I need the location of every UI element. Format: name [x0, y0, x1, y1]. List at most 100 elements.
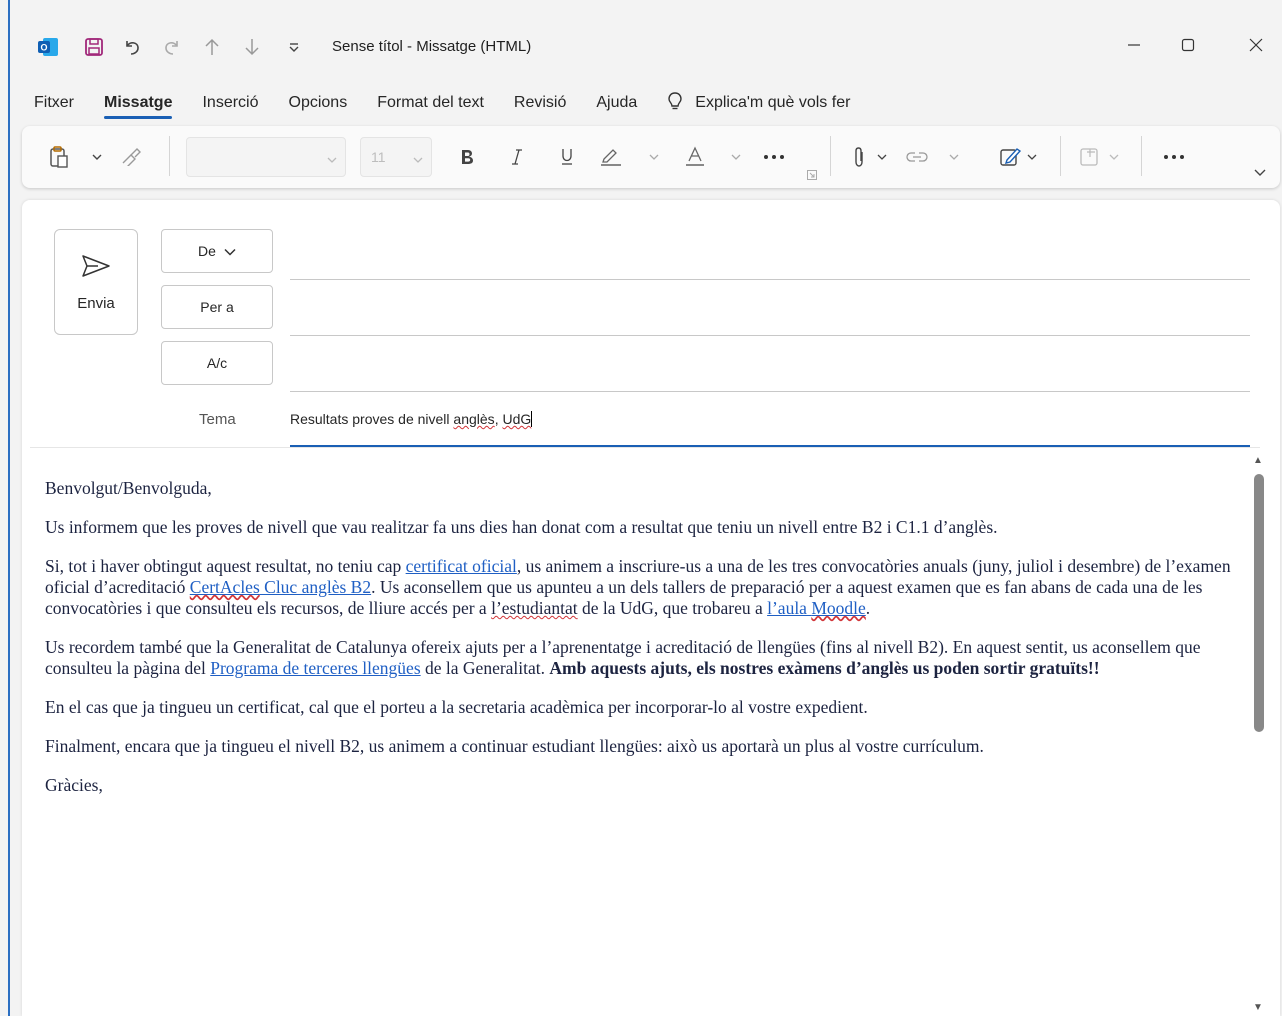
undo-icon[interactable]	[118, 33, 146, 61]
signature-chevron-down-icon[interactable]	[1024, 126, 1040, 188]
menu-item-opcions[interactable]: Opcions	[289, 94, 348, 112]
body-paragraph-3: Us recordem també que la Generalitat de …	[45, 637, 1240, 679]
tell-me-label: Explica'm què vols fer	[695, 94, 851, 111]
text-cursor	[531, 411, 533, 427]
highlight-icon[interactable]	[594, 126, 628, 188]
menu-item-format-del-text[interactable]: Format del text	[377, 94, 484, 112]
cc-field[interactable]	[290, 391, 1250, 392]
to-field[interactable]	[290, 335, 1250, 336]
ribbon-toolbar: 11	[22, 126, 1280, 188]
header-separator	[30, 447, 1260, 448]
attach-file-icon[interactable]	[846, 126, 872, 188]
lightbulb-icon	[667, 91, 683, 116]
menu-item-fitxer[interactable]: Fitxer	[34, 94, 74, 112]
body-closing: Gràcies,	[45, 775, 103, 795]
link-chevron-down-icon[interactable]	[946, 126, 962, 188]
cc-button[interactable]: A/c	[161, 341, 273, 385]
chevron-down-icon	[224, 243, 236, 259]
subject-label: Tema	[199, 411, 236, 428]
bold-icon[interactable]	[454, 126, 480, 188]
body-bold-text: Amb aquests ajuts, els nostres exàmens d…	[549, 658, 1100, 678]
link-text: Cluc anglès B2	[259, 577, 372, 597]
customize-toolbar-icon[interactable]	[280, 33, 308, 61]
window-title: Sense títol - Missatge (HTML)	[332, 38, 532, 55]
link-text: l’aula	[767, 598, 812, 618]
format-painter-icon[interactable]	[116, 126, 146, 188]
to-button[interactable]: Per a	[161, 285, 273, 329]
from-button[interactable]: De	[161, 229, 273, 273]
menu-item-missatge[interactable]: Missatge	[104, 94, 173, 119]
redo-icon[interactable]	[158, 33, 186, 61]
save-icon[interactable]	[80, 33, 108, 61]
body-paragraph-1: Us informem que les proves de nivell que…	[45, 517, 998, 537]
link-text: CertAcles	[189, 577, 260, 597]
subject-field[interactable]: Resultats proves de nivell anglès, UdG	[290, 411, 533, 427]
from-label: De	[198, 243, 216, 259]
title-bar: O Sense títol - Missatge (HTML)	[10, 0, 1282, 92]
aula-moodle-link[interactable]: l’aula Moodle	[767, 598, 866, 618]
paste-chevron-down-icon[interactable]	[74, 126, 120, 188]
dialog-launcher-icon[interactable]	[804, 126, 820, 188]
paste-icon[interactable]	[44, 126, 74, 188]
minimize-button[interactable]	[1114, 30, 1154, 60]
certificat-oficial-link[interactable]: certificat oficial	[406, 556, 517, 576]
menu-bar: Fitxer Missatge Inserció Opcions Format …	[34, 90, 850, 119]
cc-label: A/c	[206, 355, 228, 371]
programa-terceres-llengues-link[interactable]: Programa de terceres llengües	[210, 658, 420, 678]
subject-text-part: anglès	[453, 411, 495, 427]
vertical-scrollbar-thumb[interactable]	[1254, 474, 1264, 732]
to-label: Per a	[200, 299, 234, 315]
expand-ribbon-icon[interactable]	[1248, 126, 1272, 188]
body-greeting: Benvolgut/Benvolguda,	[45, 478, 212, 498]
menu-item-revisio[interactable]: Revisió	[514, 94, 566, 112]
more-formatting-icon[interactable]	[758, 126, 790, 188]
close-button[interactable]	[1236, 30, 1276, 60]
scroll-down-arrow-icon[interactable]: ▼	[1253, 1002, 1263, 1013]
menu-item-ajuda[interactable]: Ajuda	[596, 94, 637, 112]
ribbon-separator	[1141, 136, 1142, 176]
body-text: l’estudiantat	[491, 598, 578, 618]
scroll-up-arrow-icon[interactable]: ▲	[1253, 455, 1263, 466]
italic-icon[interactable]	[504, 126, 530, 188]
send-icon	[80, 253, 112, 283]
from-field[interactable]	[290, 279, 1250, 280]
highlight-chevron-down-icon[interactable]	[646, 126, 662, 188]
font-color-icon[interactable]	[678, 126, 712, 188]
font-name-combo[interactable]	[186, 137, 346, 177]
signature-icon[interactable]	[996, 126, 1024, 188]
subject-text-part: Resultats proves de nivell	[290, 411, 454, 427]
underline-icon[interactable]	[554, 126, 580, 188]
send-button[interactable]: Envia	[54, 229, 138, 335]
previous-item-icon[interactable]	[198, 33, 226, 61]
ribbon-separator	[1060, 136, 1061, 176]
next-item-icon[interactable]	[238, 33, 266, 61]
body-text: de la Generalitat.	[420, 658, 550, 678]
maximize-button[interactable]	[1168, 30, 1208, 60]
message-body[interactable]: Benvolgut/Benvolguda, Us informem que le…	[45, 478, 1240, 814]
window-left-edge	[8, 0, 10, 1016]
body-text: Si, tot i haver obtingut aquest resultat…	[45, 556, 406, 576]
subject-text-part: UdG	[502, 411, 532, 427]
font-color-chevron-down-icon[interactable]	[728, 126, 744, 188]
attach-chevron-down-icon[interactable]	[874, 126, 890, 188]
tell-me-search[interactable]: Explica'm què vols fer	[667, 91, 850, 116]
body-paragraph-4: En el cas que ja tingueu un certificat, …	[45, 697, 868, 717]
font-size-value: 11	[371, 149, 386, 165]
sensitivity-chevron-down-icon[interactable]	[1106, 126, 1122, 188]
font-size-combo[interactable]: 11	[360, 137, 432, 177]
ribbon-separator	[830, 136, 831, 176]
chevron-down-icon	[413, 151, 423, 167]
body-paragraph-2: Si, tot i haver obtingut aquest resultat…	[45, 556, 1240, 619]
sensitivity-icon[interactable]	[1076, 126, 1104, 188]
menu-item-insercio[interactable]: Inserció	[202, 94, 258, 112]
certacles-link[interactable]: CertAcles Cluc anglès B2	[190, 577, 371, 597]
body-text: de la UdG, que trobareu a	[577, 598, 768, 618]
outlook-app-icon: O	[34, 33, 62, 61]
body-paragraph-5: Finalment, encara que ja tingueu el nive…	[45, 736, 984, 756]
link-icon[interactable]	[902, 126, 932, 188]
more-commands-icon[interactable]	[1158, 126, 1190, 188]
send-label: Envia	[77, 294, 115, 312]
svg-text:O: O	[40, 43, 47, 53]
ribbon-separator	[169, 136, 170, 176]
body-text: .	[865, 598, 871, 618]
